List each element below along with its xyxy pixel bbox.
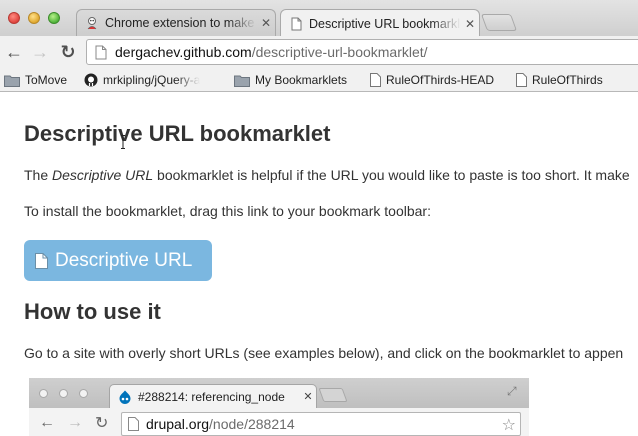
zoom-window-button[interactable] xyxy=(48,12,60,24)
bookmark-ruleofthirds[interactable]: RuleOfThirds xyxy=(516,71,603,89)
url-path: /descriptive-url-bookmarklet/ xyxy=(251,44,428,60)
back-arrow-icon[interactable]: ← xyxy=(4,42,24,62)
bookmark-tomove[interactable]: ToMove xyxy=(4,71,67,89)
star-icon: ☆ xyxy=(501,417,516,434)
tab-title: Chrome extension to make a xyxy=(105,16,257,30)
page-content: Descriptive URL bookmarklet The Descript… xyxy=(0,93,638,436)
address-bar[interactable]: dergachev.github.com/descriptive-url-boo… xyxy=(86,39,638,65)
puzzle-piece-icon xyxy=(87,17,97,30)
reload-icon: ↻ xyxy=(95,415,109,432)
bookmark-my-bookmarklets[interactable]: My Bookmarklets xyxy=(234,71,347,89)
tab-chrome-extension[interactable]: Chrome extension to make a ✕ xyxy=(76,9,276,36)
bookmark-label: mrkipling/jQuery-a xyxy=(103,73,201,87)
install-paragraph: To install the bookmarklet, drag this li… xyxy=(24,203,431,219)
expand-icon: ⤢ xyxy=(507,384,517,398)
example-screenshot: #288214: referencing_node ✕ ⤢ ← → ↻ drup… xyxy=(29,378,529,436)
screenshot-window-button xyxy=(39,389,48,398)
forward-arrow-icon[interactable]: → xyxy=(30,42,50,62)
page-icon xyxy=(35,252,48,269)
bookmark-label: RuleOfThirds xyxy=(532,73,603,87)
screenshot-new-tab xyxy=(318,388,348,402)
screenshot-tab: #288214: referencing_node ✕ xyxy=(109,384,317,408)
browser-toolbar: ← → ↻ dergachev.github.com/descriptive-u… xyxy=(0,36,638,68)
screenshot-toolbar: ← → ↻ drupal.org/node/288214 ☆ xyxy=(29,408,529,436)
close-tab-icon[interactable]: ✕ xyxy=(461,17,479,31)
screenshot-window-button xyxy=(59,389,68,398)
screenshot-tab-strip: #288214: referencing_node ✕ ⤢ xyxy=(29,378,529,408)
intro-emphasis: Descriptive URL xyxy=(52,167,154,183)
page-icon xyxy=(291,17,302,30)
bookmark-label: ToMove xyxy=(25,73,68,87)
bookmark-label: RuleOfThirds-HEAD xyxy=(386,73,495,87)
intro-prefix: The xyxy=(24,167,53,183)
screenshot-tab-title: #288214: referencing_node xyxy=(138,389,285,404)
reload-icon[interactable]: ↻ xyxy=(58,42,78,62)
close-window-button[interactable] xyxy=(8,12,20,24)
bookmark-label: My Bookmarklets xyxy=(255,73,348,87)
tab-title: Descriptive URL bookmarklet xyxy=(309,16,461,31)
screenshot-window-button xyxy=(79,389,88,398)
intro-paragraph: The Descriptive URL bookmarklet is helpf… xyxy=(24,167,630,183)
back-arrow-icon: ← xyxy=(39,414,55,431)
bookmark-jquery[interactable]: mrkipling/jQuery-a xyxy=(84,71,216,89)
howto-heading: How to use it xyxy=(24,299,161,324)
folder-icon xyxy=(234,75,250,87)
page-icon xyxy=(128,417,139,431)
intro-suffix: bookmarklet is helpful if the URL you wo… xyxy=(153,167,630,183)
forward-arrow-icon: → xyxy=(67,414,83,431)
tab-strip: Chrome extension to make a ✕ Descriptive… xyxy=(0,0,638,37)
screenshot-url-path: /node/288214 xyxy=(209,416,295,432)
bookmark-ruleofthirds-head[interactable]: RuleOfThirds-HEAD xyxy=(370,71,494,89)
page-icon xyxy=(370,73,381,87)
page-title: Descriptive URL bookmarklet xyxy=(24,121,331,146)
close-tab-icon: ✕ xyxy=(303,391,313,403)
text-cursor-icon xyxy=(121,135,125,149)
github-icon xyxy=(84,73,98,87)
bookmarklet-link[interactable]: Descriptive URL xyxy=(24,240,212,281)
drupal-icon xyxy=(119,390,131,404)
minimize-window-button[interactable] xyxy=(28,12,40,24)
bookmarks-bar: ToMove mrkipling/jQuery-a My Bookmarklet… xyxy=(0,68,638,92)
screenshot-address-bar: drupal.org/node/288214 ☆ xyxy=(121,412,521,436)
tab-descriptive-url[interactable]: Descriptive URL bookmarklet ✕ xyxy=(280,9,480,37)
screenshot-url-host: drupal.org xyxy=(146,416,210,432)
bookmarklet-label: Descriptive URL xyxy=(55,249,193,271)
page-icon xyxy=(516,73,527,87)
folder-icon xyxy=(4,75,20,87)
howto-paragraph: Go to a site with overly short URLs (see… xyxy=(24,345,624,361)
url-host: dergachev.github.com xyxy=(115,44,252,60)
new-tab-button[interactable] xyxy=(480,14,518,31)
close-tab-icon[interactable]: ✕ xyxy=(257,16,275,30)
page-icon xyxy=(95,45,107,59)
